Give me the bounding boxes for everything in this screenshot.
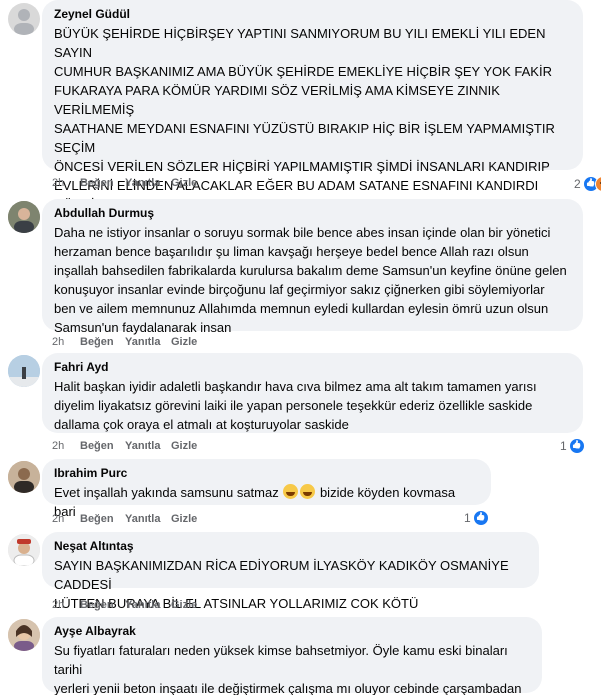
reaction-count: 1 [464, 511, 471, 525]
comment-author[interactable]: Ayşe Albayrak [54, 624, 530, 639]
reaction-count: 1 [560, 439, 567, 453]
like-button[interactable]: Beğen [80, 335, 125, 349]
comment-time[interactable]: 2h [52, 439, 80, 453]
avatar[interactable] [8, 461, 40, 493]
reaction-summary[interactable]: 1 [560, 438, 585, 454]
comment-bubble: Neşat Altıntaş SAYIN BAŞKANIMIZDAN RİCA … [42, 532, 539, 611]
reply-button[interactable]: Yanıtla [125, 439, 171, 453]
avatar[interactable] [8, 619, 40, 651]
comment-bubble: Fahri Ayd Halit başkan iyidir adaletli b… [42, 353, 583, 433]
avatar[interactable] [8, 201, 40, 233]
comment-text: Daha ne istiyor insanlar o soruyu sormak… [54, 225, 567, 335]
comment-text: Halit başkan iyidir adaletli başkandır h… [54, 379, 537, 432]
like-reaction-icon [568, 438, 585, 454]
comment-author[interactable]: Abdullah Durmuş [54, 206, 571, 221]
comment-time[interactable]: 2h [52, 598, 80, 612]
comment-bubble: Ayşe Albayrak Su fiyatları faturaları ne… [42, 617, 542, 695]
avatar[interactable] [8, 3, 40, 35]
comment-time[interactable]: 2h [52, 512, 80, 526]
reply-button[interactable]: Yanıtla [125, 335, 171, 349]
reply-button[interactable]: Yanıtla [125, 176, 171, 190]
comment-text: Su fiyatları faturaları neden yüksek kim… [54, 643, 522, 695]
hide-button[interactable]: Gizle [171, 176, 197, 190]
comment-actions: 2h Beğen Yanıtla Gizle [52, 512, 197, 526]
comment-actions: 2h Beğen Yanıtla Gizle [52, 176, 197, 190]
like-reaction-icon [472, 510, 489, 526]
laughing-emoji-icon [300, 484, 316, 499]
reply-button[interactable]: Yanıtla [125, 598, 171, 612]
comment-actions: 2h Beğen Yanıtla Gizle [52, 439, 197, 453]
comment-author[interactable]: Neşat Altıntaş [54, 539, 527, 554]
comment-bubble: Abdullah Durmuş Daha ne istiyor insanlar… [42, 199, 583, 335]
reaction-summary[interactable]: 2 [574, 176, 601, 192]
avatar[interactable] [8, 534, 40, 566]
reaction-summary[interactable]: 1 [464, 510, 489, 526]
comment-time[interactable]: 2h [52, 335, 80, 349]
comment-author[interactable]: Fahri Ayd [54, 360, 571, 375]
like-button[interactable]: Beğen [80, 598, 125, 612]
comment-author[interactable]: Zeynel Güdül [54, 7, 571, 22]
hide-button[interactable]: Gizle [171, 512, 197, 526]
comment-bubble: Ibrahim Purc Evet inşallah yakında samsu… [42, 459, 491, 519]
like-button[interactable]: Beğen [80, 176, 125, 190]
like-button[interactable]: Beğen [80, 439, 125, 453]
hide-button[interactable]: Gizle [171, 439, 197, 453]
comment-author[interactable]: Ibrahim Purc [54, 466, 479, 481]
hide-button[interactable]: Gizle [171, 335, 197, 349]
reply-button[interactable]: Yanıtla [125, 512, 171, 526]
comment-bubble: Zeynel Güdül BÜYÜK ŞEHİRDE HİÇBİRŞEY YAP… [42, 0, 583, 269]
avatar[interactable] [8, 355, 40, 387]
reaction-count: 2 [574, 177, 581, 191]
hide-button[interactable]: Gizle [171, 598, 197, 612]
laughing-emoji-icon [283, 484, 299, 499]
like-button[interactable]: Beğen [80, 512, 125, 526]
comment-time[interactable]: 2h [52, 176, 80, 190]
comment-actions: 2h Beğen Yanıtla Gizle [52, 598, 197, 612]
comment-actions: 2h Beğen Yanıtla Gizle [52, 335, 197, 349]
